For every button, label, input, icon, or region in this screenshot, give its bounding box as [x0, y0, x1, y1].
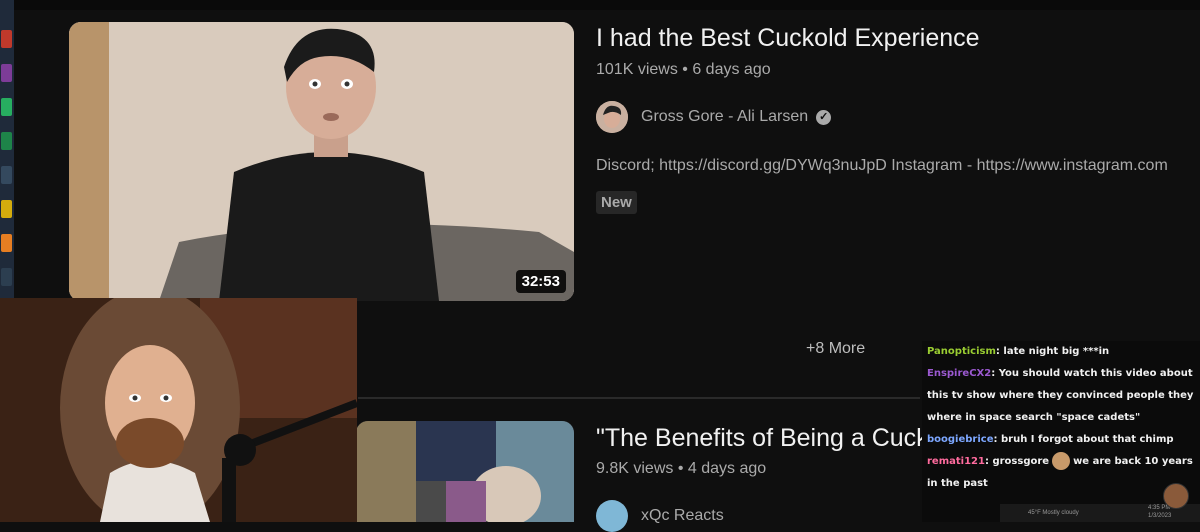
new-badge: New: [596, 191, 637, 214]
thumbnail-image: [69, 22, 574, 301]
strip-app-icon[interactable]: [1, 166, 12, 184]
webcam-overlay: [0, 298, 357, 522]
video-description: Discord; https://discord.gg/DYWq3nuJpD I…: [596, 157, 1168, 174]
chat-username[interactable]: remati121: [927, 456, 985, 467]
webcam-image: [0, 298, 357, 522]
top-bar: [14, 0, 1200, 10]
video-title[interactable]: I had the Best Cuckold Experience: [596, 24, 980, 53]
face-emote: [1052, 452, 1071, 470]
channel-row[interactable]: xQc Reacts: [596, 500, 724, 532]
view-count: 9.8K views: [596, 460, 674, 477]
video-meta: 9.8K views • 4 days ago: [596, 460, 766, 478]
chat-message: remati121: grossgore we are back 10 years…: [922, 451, 1200, 495]
meta-separator: •: [677, 61, 693, 78]
chat-text: bruh I forgot about that chimp: [1000, 434, 1174, 445]
weather-readout: 45°F Mostly cloudy: [1028, 510, 1079, 516]
channel-avatar-icon[interactable]: [596, 101, 628, 133]
verified-check-icon: ✓: [816, 109, 832, 125]
chat-username[interactable]: boogiebrice: [927, 434, 994, 445]
chat-message: Panopticism: late night big ***in: [922, 341, 1200, 363]
upload-age: 4 days ago: [687, 460, 767, 477]
channel-row[interactable]: Gross Gore - Ali Larsen ✓: [596, 100, 832, 134]
divider: [358, 397, 920, 399]
chat-message: boogiebrice: bruh I forgot about that ch…: [922, 429, 1200, 451]
strip-app-icon[interactable]: [1, 234, 12, 252]
avatar[interactable]: [1163, 483, 1189, 509]
chat-text: late night big ***in: [1003, 346, 1110, 357]
channel-name[interactable]: xQc Reacts: [641, 507, 724, 525]
chat-panel: Panopticism: late night big ***in Enspir…: [922, 341, 1200, 522]
video-duration: 32:53: [515, 270, 566, 293]
upload-age: 6 days ago: [692, 61, 771, 78]
strip-app-icon[interactable]: [1, 64, 12, 82]
strip-app-icon[interactable]: [1, 268, 12, 286]
video-thumbnail[interactable]: [356, 421, 574, 522]
chat-username[interactable]: Panopticism: [927, 346, 996, 357]
chat-text: grossgore: [992, 456, 1050, 467]
channel-name[interactable]: Gross Gore - Ali Larsen: [641, 108, 808, 126]
channel-avatar-icon[interactable]: [596, 500, 628, 532]
more-button[interactable]: +8 More: [806, 340, 865, 358]
view-count: 101K views: [596, 61, 678, 78]
thumbnail-image: [356, 421, 574, 522]
clock-date: 1/3/2023: [1148, 513, 1172, 519]
video-meta: 101K views • 6 days ago: [596, 61, 771, 79]
chat-username[interactable]: EnspireCX2: [927, 368, 991, 379]
strip-app-icon[interactable]: [1, 98, 12, 116]
strip-app-icon[interactable]: [1, 200, 12, 218]
strip-app-icon[interactable]: [1, 132, 12, 150]
chat-separator: :: [991, 368, 999, 379]
meta-separator: •: [673, 460, 688, 477]
chat-separator: :: [993, 434, 1001, 445]
video-thumbnail[interactable]: 32:53: [69, 22, 574, 301]
strip-app-icon[interactable]: [1, 30, 12, 48]
video-title[interactable]: "The Benefits of Being a Cuck: [596, 424, 922, 453]
chat-message: EnspireCX2: You should watch this video …: [922, 363, 1200, 429]
